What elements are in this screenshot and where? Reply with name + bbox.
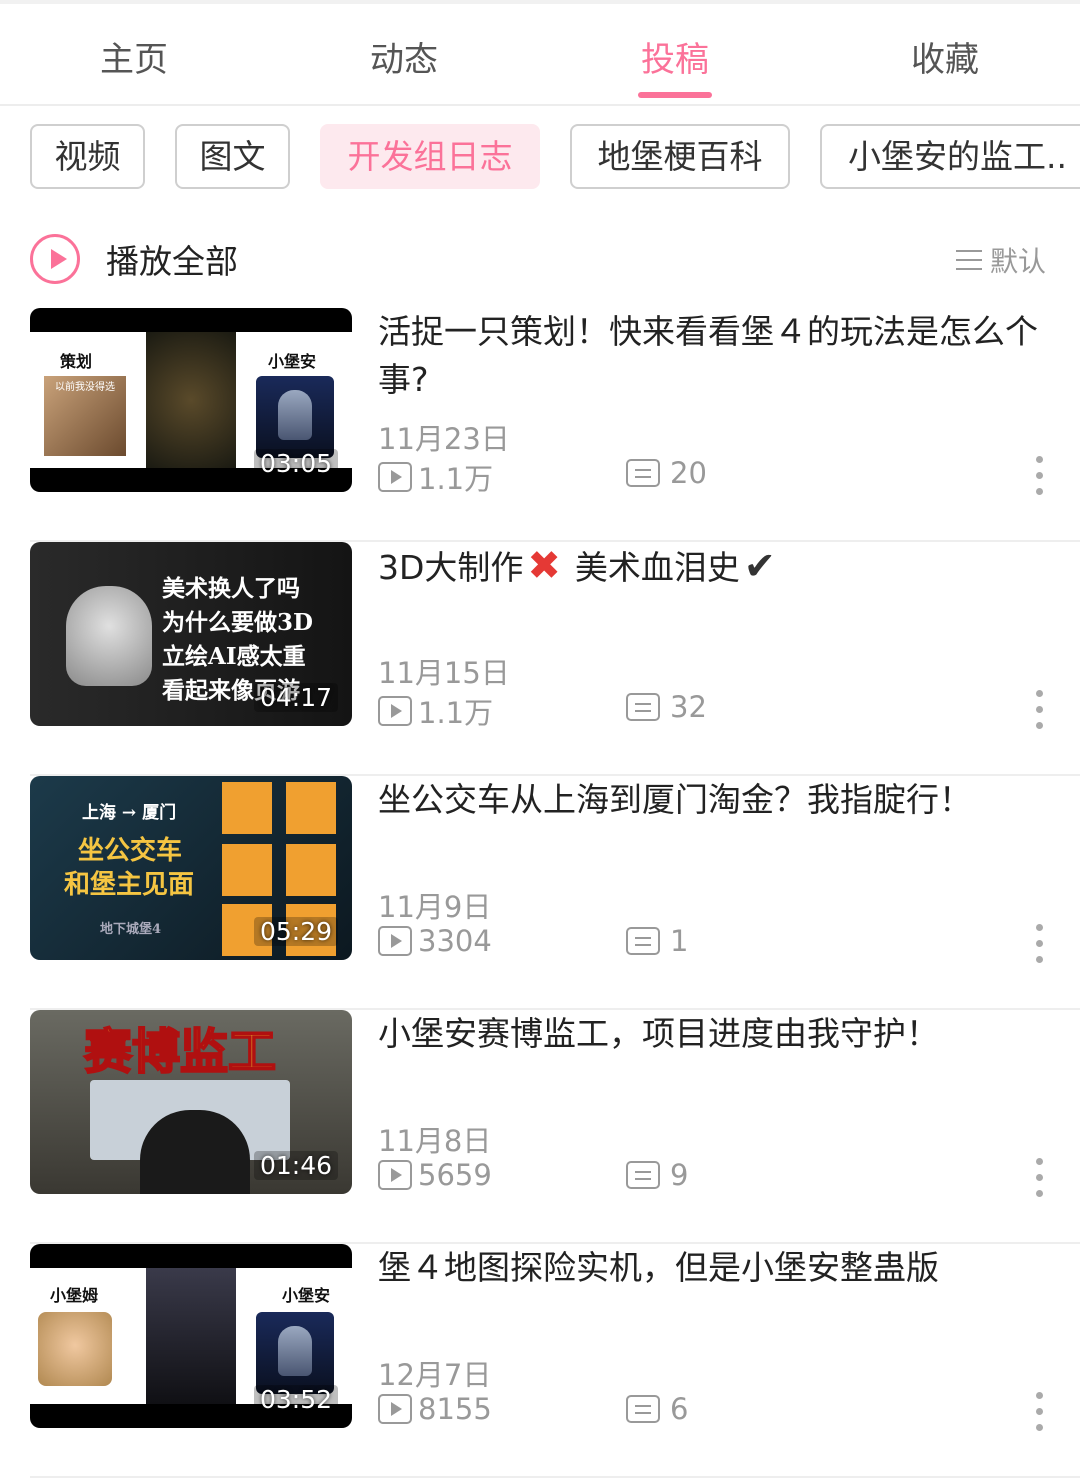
video-item[interactable]: 美术换人了吗 为什么要做3D 立绘AI感太重 看起来像页游 04:17 3D大制… [30, 542, 1080, 776]
comment-icon [626, 1161, 660, 1189]
video-duration: 04:17 [253, 683, 338, 712]
video-item[interactable]: 小堡姆 小堡安 03:52 堡４地图探险实机，但是小堡安整蛊版 12月7日 81… [30, 1244, 1080, 1478]
thumb-panel-left: 小堡姆 [30, 1268, 146, 1404]
video-title[interactable]: 堡４地图探险实机，但是小堡安整蛊版 [378, 1244, 1048, 1292]
thumb-panel-left: 策划 以前我没得选 [30, 332, 146, 468]
knight-avatar [256, 376, 334, 458]
avatar [222, 844, 272, 896]
more-icon[interactable] [1030, 1158, 1050, 1198]
tab-home[interactable]: 主页 [34, 32, 234, 81]
thumb-panel-right: 小堡安 [236, 1268, 352, 1404]
comment-count: 9 [626, 1158, 688, 1192]
avatar [286, 844, 336, 896]
video-date: 11月23日 [378, 422, 510, 456]
video-title[interactable]: 小堡安赛博监工，项目进度由我守护！ [378, 1010, 1048, 1058]
chip-supervisor[interactable]: 小堡安的监工.. [820, 124, 1080, 189]
cross-mark-icon: ✖ [527, 543, 561, 589]
tab-dynamics[interactable]: 动态 [304, 32, 504, 81]
video-date: 11月15日 [378, 656, 510, 690]
avatar [222, 782, 272, 834]
comment-icon [626, 459, 660, 487]
view-count: 3304 [378, 924, 492, 958]
video-item[interactable]: 上海 → 厦门 坐公交车 和堡主见面 地下城堡4 05:29 坐公交车从上海到厦… [30, 776, 1080, 1010]
sort-button[interactable]: 默认 [955, 240, 1046, 280]
video-duration: 03:52 [253, 1385, 338, 1414]
video-duration: 05:29 [253, 917, 338, 946]
game-map-image [146, 332, 236, 468]
chip-video[interactable]: 视频 [30, 124, 145, 189]
chip-bunker-wiki[interactable]: 地堡梗百科 [570, 124, 790, 189]
view-count: 1.1万 [378, 690, 493, 732]
video-thumbnail[interactable]: 小堡姆 小堡安 03:52 [30, 1244, 352, 1428]
avatar [286, 782, 336, 834]
chip-image-text[interactable]: 图文 [175, 124, 290, 189]
view-count: 8155 [378, 1392, 492, 1426]
play-count-icon [378, 926, 412, 956]
play-count-icon [378, 462, 412, 492]
play-count-icon [378, 1394, 412, 1424]
profile-tab-bar: 主页 动态 投稿 收藏 [0, 4, 1080, 106]
video-title[interactable]: 坐公交车从上海到厦门淘金？我指腚行！ [378, 776, 1048, 824]
play-circle-icon [30, 234, 80, 284]
play-all-button[interactable]: 播放全部 [30, 232, 238, 286]
play-count-icon [378, 696, 412, 726]
video-title[interactable]: 3D大制作 ✖ 美术血泪史 ✔ [378, 542, 1048, 592]
more-icon[interactable] [1030, 456, 1050, 496]
video-date: 12月7日 [378, 1358, 492, 1392]
check-mark-icon: ✔ [743, 544, 776, 588]
video-duration: 01:46 [253, 1151, 338, 1180]
video-item[interactable]: 策划 以前我没得选 小堡安 03:05 活捉一只策划！快来看看堡４的玩法是怎么个… [30, 308, 1080, 542]
play-all-label: 播放全部 [106, 242, 238, 281]
crying-cat-image [66, 586, 152, 686]
tab-favorites[interactable]: 收藏 [845, 32, 1045, 81]
video-thumbnail[interactable]: 美术换人了吗 为什么要做3D 立绘AI感太重 看起来像页游 04:17 [30, 542, 352, 726]
sort-lines-icon [955, 249, 982, 271]
video-item[interactable]: 赛博监工 01:46 小堡安赛博监工，项目进度由我守护！ 11月8日 5659 … [30, 1010, 1080, 1244]
view-count: 5659 [378, 1158, 492, 1192]
person-silhouette [140, 1110, 250, 1194]
tab-submissions[interactable]: 投稿 [575, 32, 775, 81]
comment-count: 1 [626, 924, 688, 958]
thumb-panel-right: 小堡安 [236, 332, 352, 468]
view-count: 1.1万 [378, 456, 493, 498]
sort-label: 默认 [989, 245, 1046, 278]
video-duration: 03:05 [253, 449, 338, 478]
comment-count: 6 [626, 1392, 688, 1426]
video-date: 11月9日 [378, 890, 492, 924]
chip-dev-log[interactable]: 开发组日志 [320, 124, 540, 189]
more-icon[interactable] [1030, 690, 1050, 730]
knight-avatar [256, 1312, 334, 1394]
comment-icon [626, 693, 660, 721]
play-count-icon [378, 1160, 412, 1190]
video-thumbnail[interactable]: 赛博监工 01:46 [30, 1010, 352, 1194]
video-title[interactable]: 活捉一只策划！快来看看堡４的玩法是怎么个事? [378, 308, 1048, 404]
video-thumbnail[interactable]: 上海 → 厦门 坐公交车 和堡主见面 地下城堡4 05:29 [30, 776, 352, 960]
more-icon[interactable] [1030, 1392, 1050, 1432]
active-tab-indicator [638, 92, 712, 98]
cartoon-avatar [38, 1312, 112, 1386]
video-date: 11月8日 [378, 1124, 492, 1158]
comment-count: 20 [626, 456, 707, 490]
more-icon[interactable] [1030, 924, 1050, 964]
game-scene-image [146, 1268, 236, 1404]
video-thumbnail[interactable]: 策划 以前我没得选 小堡安 03:05 [30, 308, 352, 492]
comment-icon [626, 927, 660, 955]
cat-meme-image: 以前我没得选 [44, 376, 126, 456]
comment-count: 32 [626, 690, 707, 724]
comment-icon [626, 1395, 660, 1423]
